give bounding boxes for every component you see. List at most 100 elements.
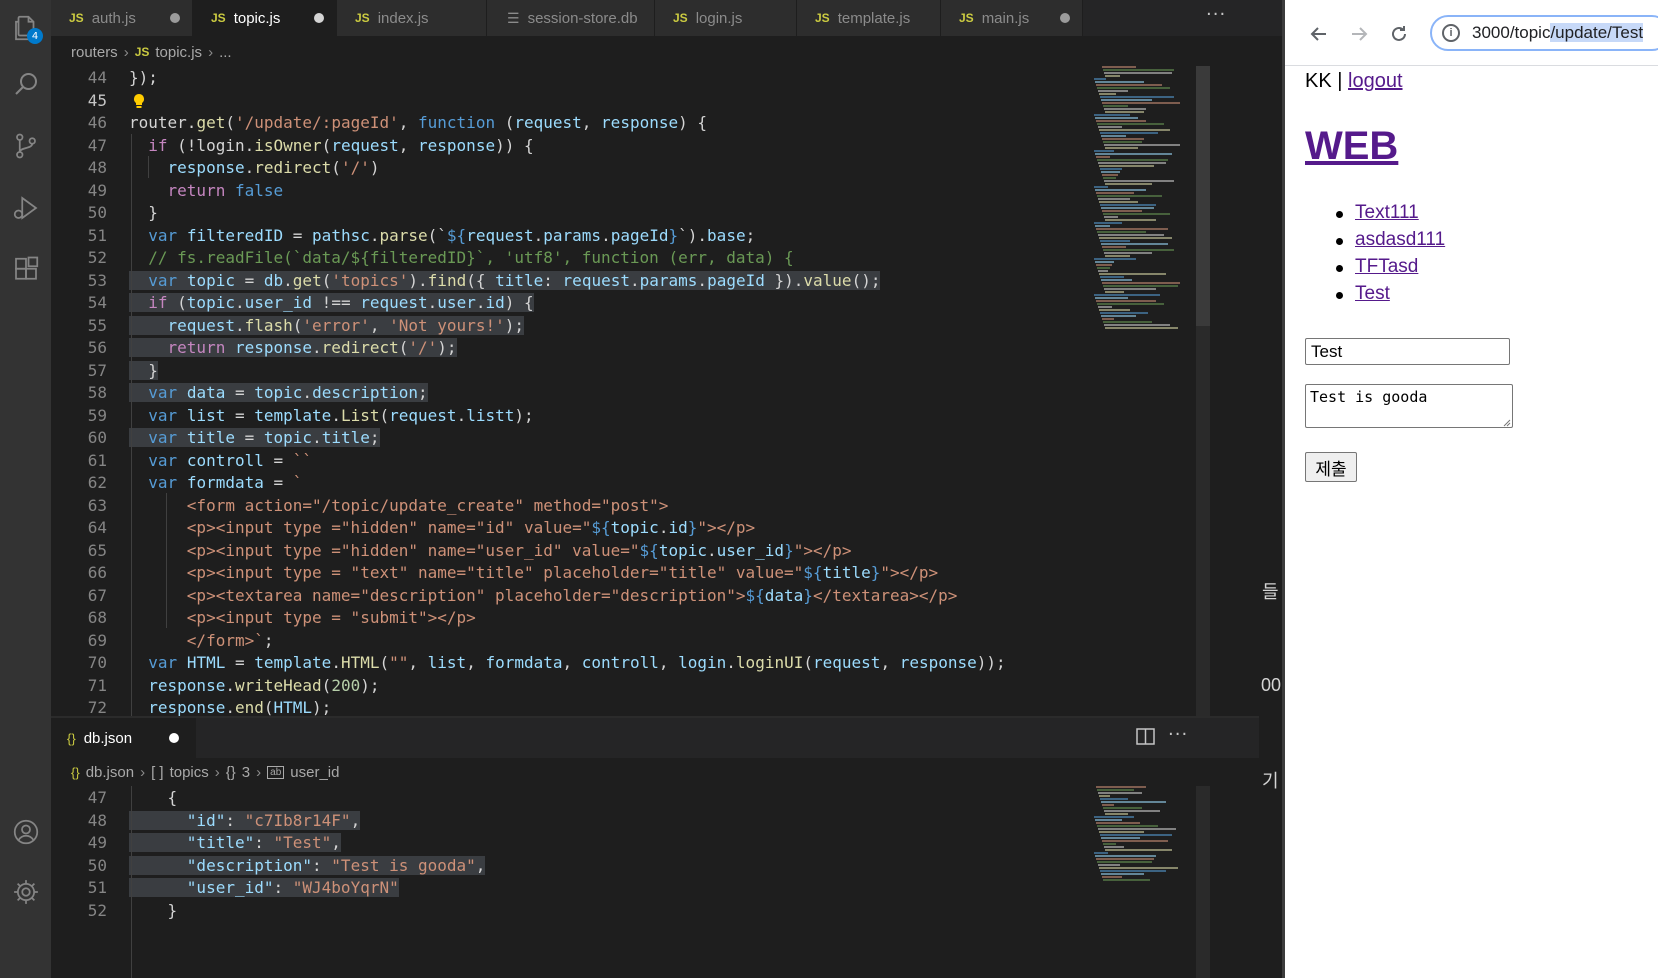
username: KK — [1305, 70, 1332, 92]
minimap-line — [1094, 114, 1130, 116]
logout-link[interactable]: logout — [1348, 70, 1403, 92]
browser-window: i 3000/topic/update/Test KK | logout WEB… — [1282, 0, 1658, 978]
site-title-link[interactable]: WEB — [1305, 124, 1398, 169]
minimap-line — [1095, 153, 1172, 155]
tab-label: index.js — [377, 9, 429, 27]
topic-link[interactable]: asdasd111 — [1355, 229, 1445, 250]
code-line: 69 </form>`; — [51, 629, 1259, 653]
minimap-line — [1100, 870, 1166, 872]
code-line: 67 <p><textarea name="description" place… — [51, 584, 1259, 608]
minimap-line — [1105, 183, 1152, 185]
code-line: 50 } — [51, 201, 1259, 225]
run-debug-icon[interactable] — [0, 184, 51, 232]
search-icon[interactable] — [0, 60, 51, 108]
line-number: 57 — [87, 360, 107, 380]
address-bar[interactable]: i 3000/topic/update/Test — [1430, 15, 1658, 51]
breadcrumb-property[interactable]: user_id — [290, 764, 339, 781]
minimap-line — [1102, 840, 1168, 842]
minimap-line — [1101, 315, 1136, 317]
tab-template-js[interactable]: JS template.js — [797, 0, 941, 36]
tab-topic-js[interactable]: JS topic.js — [193, 0, 337, 36]
breadcrumb-file[interactable]: topic.js — [155, 44, 202, 61]
minimap-line — [1095, 225, 1110, 227]
line-number: 51 — [87, 878, 107, 897]
minimap-line — [1100, 132, 1158, 134]
extensions-icon[interactable] — [0, 246, 51, 294]
json-editor[interactable]: 47 {48 "id": "c7Ib8r14F", 49 "title": "Te… — [51, 786, 1259, 978]
tab-main-js[interactable]: JS main.js — [941, 0, 1083, 36]
breadcrumb-symbol[interactable]: ... — [219, 44, 232, 61]
separator: | — [1337, 70, 1343, 92]
editor-scrollbar[interactable] — [1196, 786, 1210, 978]
line-number: 48 — [87, 158, 107, 177]
topic-link[interactable]: TFTasd — [1355, 256, 1418, 277]
minimap-line — [1098, 198, 1130, 200]
editor-scrollbar[interactable] — [1196, 66, 1210, 716]
breadcrumb-folder[interactable]: routers — [71, 44, 118, 61]
minimap-line — [1099, 237, 1172, 239]
code-text: }); — [129, 68, 158, 87]
tab-index-js[interactable]: JS index.js — [337, 0, 487, 36]
minimap-line — [1098, 306, 1112, 308]
minimap-line — [1095, 81, 1144, 83]
title-input[interactable]: Test — [1305, 338, 1510, 365]
explorer-icon[interactable]: 4 — [0, 4, 51, 52]
code-line: 48 response.redirect('/') — [51, 156, 1259, 180]
code-text: response.end(HTML); — [148, 698, 332, 716]
minimap-line — [1104, 72, 1172, 74]
minimap-line — [1104, 846, 1124, 848]
topic-link[interactable]: Test — [1355, 283, 1390, 304]
tab-auth-js[interactable]: JS auth.js — [51, 0, 193, 36]
tab-session-store-db[interactable]: ☰ session-store.db — [487, 0, 655, 36]
settings-gear-icon[interactable] — [0, 868, 51, 916]
breadcrumb-topics[interactable]: topics — [170, 764, 209, 781]
back-button[interactable] — [1305, 20, 1333, 48]
code-editor[interactable]: 44}); 45 46 router.get('/update/:pageId', f… — [51, 66, 1259, 716]
minimap-line — [1105, 255, 1130, 257]
minimap-line — [1096, 822, 1140, 824]
editor-scroll-thumb[interactable] — [1196, 66, 1210, 326]
minimap-line — [1098, 792, 1142, 794]
code-line: 56 return response.redirect('/'); — [51, 336, 1259, 360]
minimap[interactable] — [1094, 786, 1196, 978]
minimap-line — [1100, 798, 1128, 800]
tab-label: template.js — [837, 9, 911, 27]
minimap-line — [1096, 858, 1154, 860]
description-textarea[interactable]: Test is gooda — [1305, 384, 1513, 428]
minimap-line — [1099, 867, 1178, 869]
lightbulb-icon[interactable] — [133, 92, 145, 108]
minimap-line — [1102, 210, 1142, 212]
more-actions-button[interactable]: ··· — [1206, 4, 1226, 25]
minimap-line — [1099, 93, 1116, 95]
more-actions-button[interactable]: ··· — [1168, 724, 1188, 745]
minimap-line — [1094, 78, 1106, 80]
vscode-window: 4 JS auth.js JS topic.js JS index.js ☰ s… — [0, 0, 1282, 978]
topic-link[interactable]: Text111 — [1355, 202, 1419, 223]
minimap-line — [1100, 240, 1130, 242]
line-number: 52 — [87, 900, 107, 920]
reload-button[interactable] — [1385, 20, 1413, 48]
breadcrumb-index[interactable]: 3 — [242, 764, 250, 781]
breadcrumb-file[interactable]: db.json — [86, 764, 134, 781]
forward-button[interactable] — [1345, 20, 1373, 48]
minimap[interactable] — [1094, 66, 1196, 716]
background-window-glyph: 기 — [1262, 771, 1279, 791]
resize-grip-icon[interactable] — [1502, 418, 1511, 427]
tab-db-json[interactable]: {} db.json — [51, 718, 196, 758]
account-icon[interactable] — [0, 808, 51, 856]
submit-button[interactable]: 제출 — [1305, 452, 1357, 482]
code-line: 68 <p><input type = "submit"></p> — [51, 606, 1259, 630]
info-icon[interactable]: i — [1442, 24, 1460, 42]
minimap-line — [1099, 165, 1154, 167]
minimap-line — [1103, 843, 1116, 845]
split-editor-icon[interactable] — [1135, 727, 1157, 747]
code-text: var controll = `` — [148, 450, 313, 470]
tab-login-js[interactable]: JS login.js — [655, 0, 797, 36]
minimap-line — [1102, 138, 1144, 140]
code-text: var title = topic.title; — [129, 426, 380, 450]
source-control-icon[interactable] — [0, 122, 51, 170]
minimap-line — [1098, 234, 1164, 236]
minimap-line — [1098, 126, 1122, 128]
minimap-line — [1097, 267, 1110, 269]
code-line: 55 request.flash('error', 'Not yours!'); — [51, 314, 1259, 338]
